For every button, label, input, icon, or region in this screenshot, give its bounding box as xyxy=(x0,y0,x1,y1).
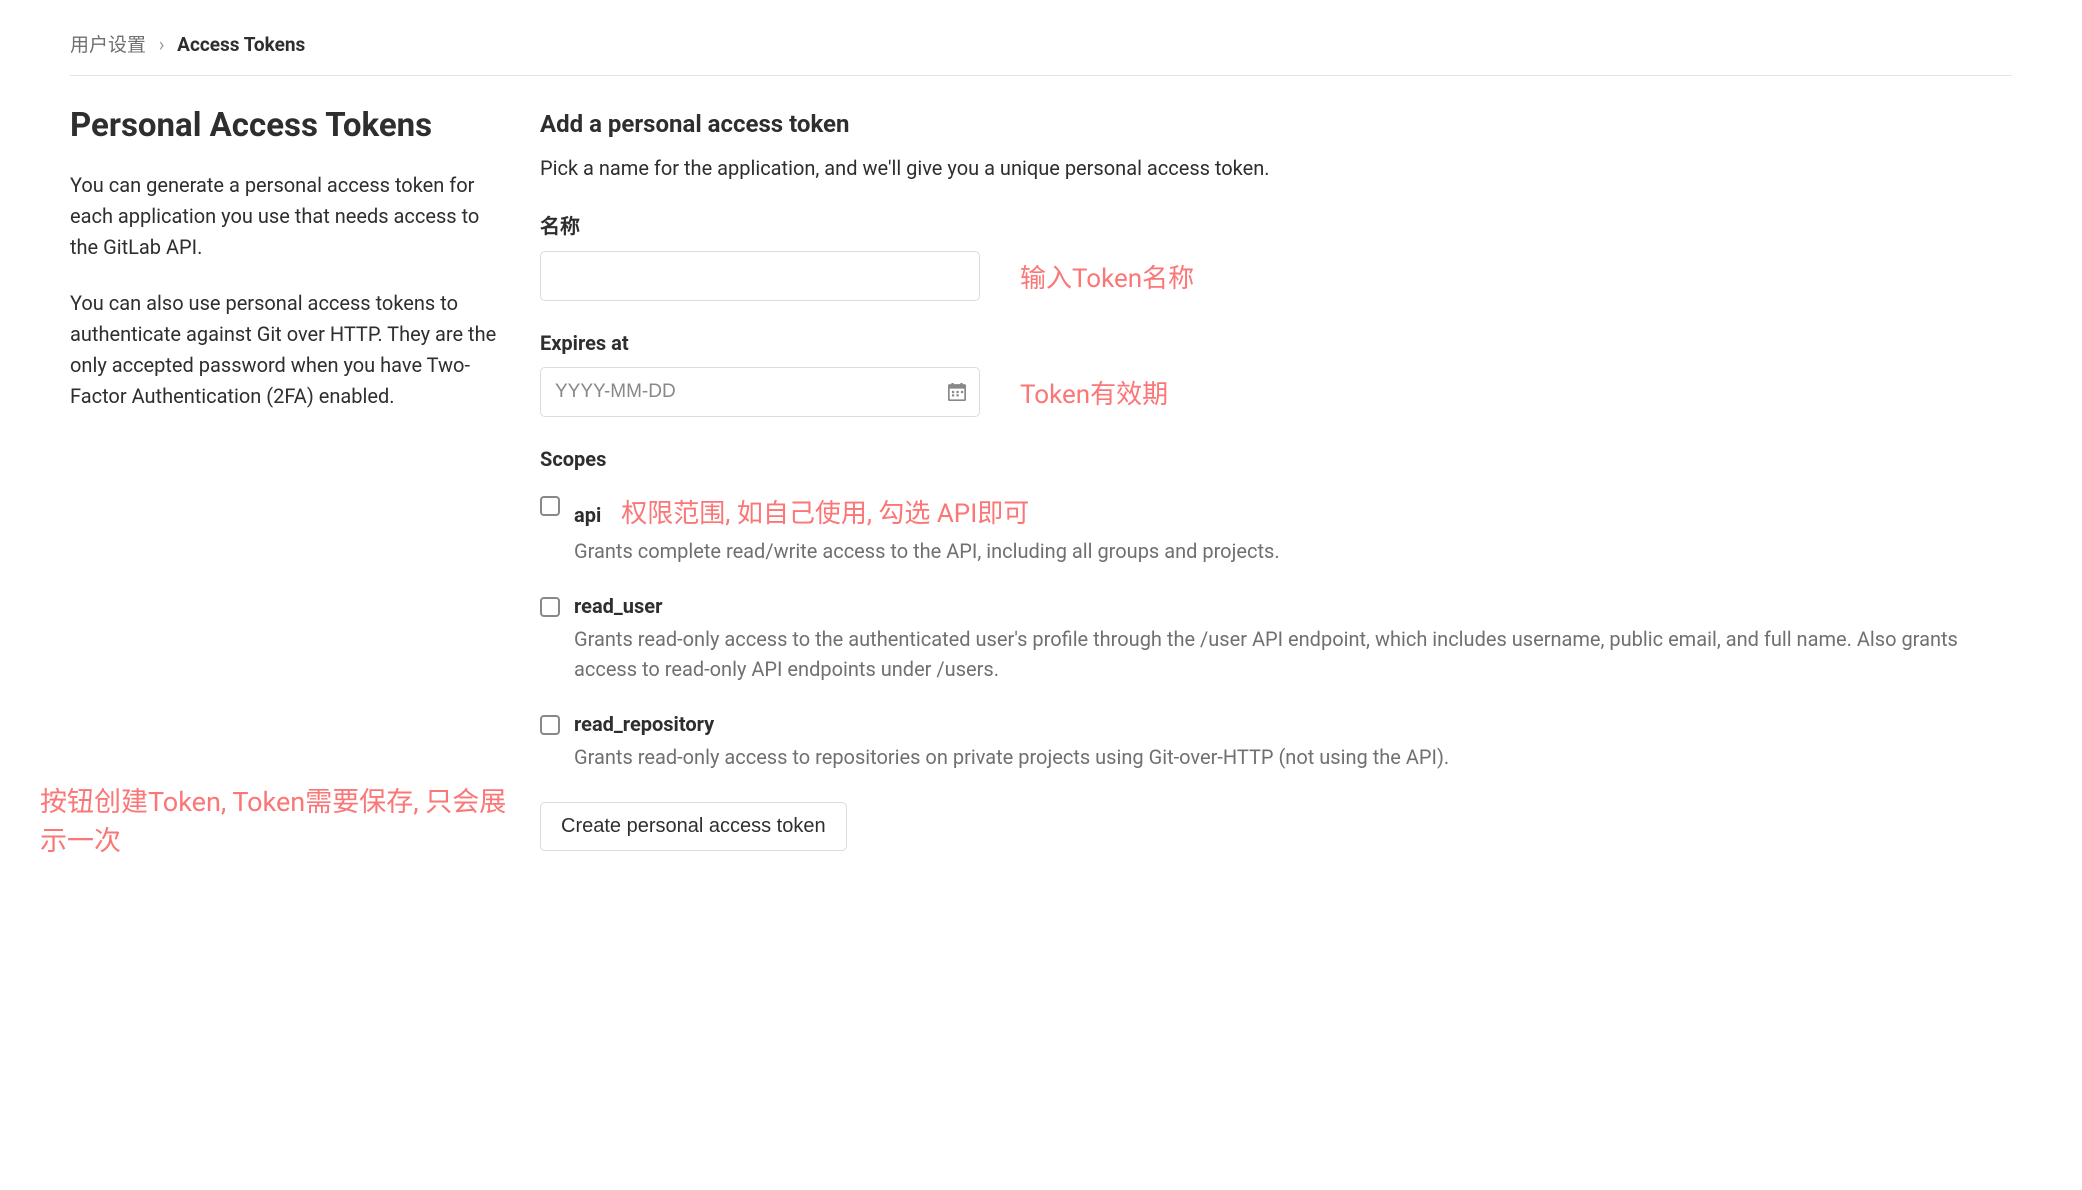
main-form: Add a personal access token Pick a name … xyxy=(540,106,2012,851)
name-input[interactable] xyxy=(540,251,980,301)
expires-field-group: Expires at Token有效期 xyxy=(540,331,2012,417)
scope-name-read-repository: read_repository xyxy=(574,712,714,736)
scope-desc-read-user: Grants read-only access to the authentic… xyxy=(574,624,2012,684)
scopes-section: Scopes api 权限范围, 如自己使用, 勾选 API即可 Grants … xyxy=(540,447,2012,772)
expires-annotation: Token有效期 xyxy=(1020,374,1168,411)
breadcrumb-current: Access Tokens xyxy=(177,33,305,56)
scope-checkbox-read-repository[interactable] xyxy=(540,715,560,735)
name-field-group: 名称 输入Token名称 xyxy=(540,210,2012,301)
name-annotation: 输入Token名称 xyxy=(1020,258,1194,295)
page-title: Personal Access Tokens xyxy=(70,106,500,145)
form-title: Add a personal access token xyxy=(540,110,2012,138)
scope-checkbox-api[interactable] xyxy=(540,496,560,516)
scope-desc-api: Grants complete read/write access to the… xyxy=(574,536,2012,566)
breadcrumb-parent[interactable]: 用户设置 xyxy=(70,33,146,56)
breadcrumb-separator: › xyxy=(159,33,165,56)
sidebar-info: Personal Access Tokens You can generate … xyxy=(70,106,500,851)
submit-annotation: 按钮创建Token, Token需要保存, 只会展示一次 xyxy=(40,783,510,861)
breadcrumb: 用户设置 › Access Tokens xyxy=(70,30,2012,76)
scopes-label: Scopes xyxy=(540,447,606,471)
create-token-button[interactable]: Create personal access token xyxy=(540,802,847,851)
scope-name-read-user: read_user xyxy=(574,594,662,618)
scope-item-read-repository: read_repository Grants read-only access … xyxy=(540,712,2012,772)
scope-desc-read-repository: Grants read-only access to repositories … xyxy=(574,742,2012,772)
calendar-icon[interactable] xyxy=(948,383,966,401)
scope-checkbox-read-user[interactable] xyxy=(540,597,560,617)
expires-input[interactable] xyxy=(540,367,980,417)
name-label: 名称 xyxy=(540,210,2012,239)
form-description: Pick a name for the application, and we'… xyxy=(540,156,2012,180)
scope-name-api: api xyxy=(574,503,601,527)
content-wrapper: Personal Access Tokens You can generate … xyxy=(70,106,2012,851)
scope-item-api: api 权限范围, 如自己使用, 勾选 API即可 Grants complet… xyxy=(540,493,2012,566)
scope-item-read-user: read_user Grants read-only access to the… xyxy=(540,594,2012,684)
sidebar-paragraph-2: You can also use personal access tokens … xyxy=(70,288,500,412)
sidebar-paragraph-1: You can generate a personal access token… xyxy=(70,170,500,263)
expires-label: Expires at xyxy=(540,331,2012,355)
scopes-annotation: 权限范围, 如自己使用, 勾选 API即可 xyxy=(621,493,1029,530)
